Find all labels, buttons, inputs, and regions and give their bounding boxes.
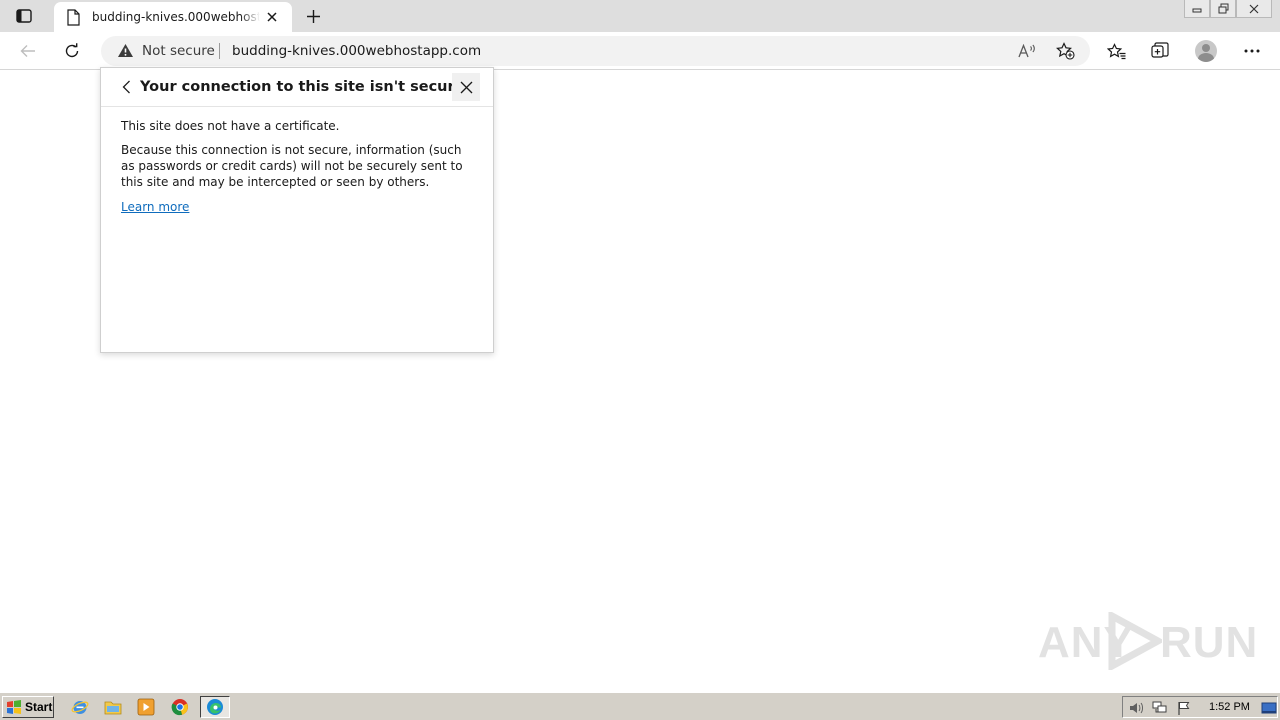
close-icon xyxy=(460,81,472,93)
site-security-popup: Your connection to this site isn't secur… xyxy=(100,67,494,353)
ie-icon xyxy=(71,701,89,714)
address-divider xyxy=(219,43,220,59)
tab-title: budding-knives.000webhostapp.com xyxy=(92,10,260,24)
chrome-icon xyxy=(171,699,188,716)
action-center-button[interactable] xyxy=(1176,700,1192,716)
refresh-icon xyxy=(65,43,79,58)
start-button[interactable]: Start xyxy=(2,696,54,718)
popup-title: Your connection to this site isn't secur… xyxy=(140,79,465,95)
collections-button[interactable] xyxy=(1146,37,1174,65)
favorites-button[interactable] xyxy=(1102,37,1130,65)
taskbar-clock[interactable]: 1:52 PM xyxy=(1209,700,1250,714)
show-desktop-button[interactable] xyxy=(1261,700,1277,716)
add-favorite-button[interactable] xyxy=(1054,41,1076,61)
new-tab-button[interactable] xyxy=(300,3,326,29)
start-label: Start xyxy=(25,700,53,714)
close-icon xyxy=(267,12,277,22)
tab-close-button[interactable] xyxy=(262,7,282,27)
page-icon xyxy=(67,9,80,26)
url-text[interactable]: budding-knives.000webhostapp.com xyxy=(232,43,481,59)
plus-icon xyxy=(306,9,320,23)
folder-icon xyxy=(104,701,122,715)
system-tray: 1:52 PM xyxy=(1122,696,1278,718)
address-bar[interactable]: Not secure budding-knives.000webhostapp.… xyxy=(101,36,1090,66)
watermark-right-text: RUN xyxy=(1160,618,1259,667)
tab-actions-button[interactable] xyxy=(10,4,38,28)
edge-taskbar-button[interactable] xyxy=(200,696,230,718)
restore-button[interactable] xyxy=(1210,0,1236,18)
speaker-icon xyxy=(1130,702,1143,714)
edge-icon xyxy=(207,699,223,715)
explorer-launcher[interactable] xyxy=(103,697,123,717)
restore-icon xyxy=(1218,3,1228,14)
popup-divider xyxy=(101,106,493,107)
more-horizontal-icon xyxy=(1244,49,1260,53)
read-aloud-button[interactable] xyxy=(1016,41,1038,61)
minimize-icon xyxy=(1192,8,1202,12)
popup-close-button[interactable] xyxy=(452,73,480,101)
back-button[interactable] xyxy=(14,37,42,65)
security-status-label[interactable]: Not secure xyxy=(142,43,215,59)
arrow-left-icon xyxy=(20,45,35,57)
windows-logo-icon xyxy=(7,700,21,714)
tab-strip: budding-knives.000webhostapp.com xyxy=(0,0,1280,32)
window-close-button[interactable] xyxy=(1236,0,1272,18)
media-player-icon xyxy=(137,698,155,716)
taskbar: Start 1:52 PM xyxy=(0,692,1280,720)
avatar-head xyxy=(1202,44,1210,52)
flag-icon xyxy=(1178,702,1190,715)
anyrun-watermark: ANY RUN xyxy=(1038,608,1257,672)
browser-toolbar: Not secure budding-knives.000webhostapp.… xyxy=(0,32,1280,70)
read-aloud-icon xyxy=(1018,44,1035,58)
network-icon xyxy=(1152,701,1167,713)
refresh-button[interactable] xyxy=(58,37,86,65)
star-add-icon xyxy=(1055,42,1075,60)
window-close-icon xyxy=(1249,4,1259,13)
play-logo-icon xyxy=(1108,612,1162,670)
settings-more-button[interactable] xyxy=(1238,37,1266,65)
popup-back-button[interactable] xyxy=(117,78,135,96)
tab-actions-icon xyxy=(16,9,32,23)
favorites-icon xyxy=(1106,42,1125,59)
chrome-launcher[interactable] xyxy=(170,697,190,717)
desktop-icon xyxy=(1261,702,1277,713)
warning-icon[interactable] xyxy=(117,43,134,58)
browser-tab[interactable]: budding-knives.000webhostapp.com xyxy=(54,2,292,32)
no-certificate-text: This site does not have a certificate. xyxy=(121,119,340,133)
media-player-launcher[interactable] xyxy=(136,697,156,717)
profile-avatar[interactable] xyxy=(1195,40,1217,62)
network-button[interactable] xyxy=(1152,700,1168,716)
chevron-left-icon xyxy=(122,80,130,94)
ie-launcher[interactable] xyxy=(70,697,90,717)
minimize-button[interactable] xyxy=(1184,0,1210,18)
volume-button[interactable] xyxy=(1129,700,1145,716)
insecure-explanation-text: Because this connection is not secure, i… xyxy=(121,143,463,189)
collections-icon xyxy=(1151,42,1169,58)
learn-more-link[interactable]: Learn more xyxy=(121,199,189,215)
avatar-body xyxy=(1198,53,1214,62)
